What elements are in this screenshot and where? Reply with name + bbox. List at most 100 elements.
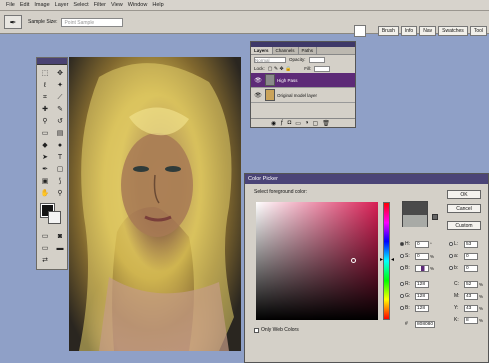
screen-mode-standard-icon[interactable]: ▭ — [38, 243, 52, 254]
fill-field[interactable] — [314, 65, 331, 72]
hue-field[interactable]: 0 — [415, 240, 429, 248]
eyedropper-tool-icon[interactable]: ⟆ — [53, 176, 67, 187]
blur-tool-icon[interactable]: ◆ — [38, 140, 52, 151]
background-color-swatch[interactable] — [48, 211, 61, 224]
cyan-field[interactable]: 52 — [464, 280, 478, 288]
current-color-swatch[interactable] — [403, 215, 427, 227]
move-tool-icon[interactable]: ✥ — [53, 68, 67, 79]
menu-filter[interactable]: Filter — [94, 2, 106, 8]
lab-l-field[interactable]: 53 — [464, 240, 478, 248]
red-radio[interactable] — [400, 282, 404, 286]
notes-tool-icon[interactable]: ▣ — [38, 176, 52, 187]
hue-slider[interactable]: ▸ ◂ — [380, 202, 394, 320]
dodge-tool-icon[interactable]: ● — [53, 140, 67, 151]
web-safe-warning-icon[interactable] — [432, 214, 438, 220]
green-field[interactable]: 128 — [415, 292, 429, 300]
ok-button[interactable]: OK — [447, 190, 481, 199]
eyedropper-tool-preset-button[interactable]: ✒ — [4, 15, 22, 29]
layer-row[interactable]: 👁 High Pass — [251, 73, 355, 88]
marquee-tool-icon[interactable]: ⬚ — [38, 68, 52, 79]
mask-icon[interactable]: ◘ — [288, 120, 292, 126]
menu-layer[interactable]: Layer — [55, 2, 69, 8]
menu-image[interactable]: Image — [34, 2, 49, 8]
blue-radio[interactable] — [400, 306, 404, 310]
screen-mode-full-icon[interactable]: ▬ — [53, 243, 67, 254]
document-icon[interactable] — [353, 25, 366, 37]
lab-l-radio[interactable] — [449, 242, 453, 246]
saturation-field[interactable]: 0 — [415, 252, 429, 260]
type-tool-icon[interactable]: T — [53, 152, 67, 163]
folder-icon[interactable]: ▭ — [295, 120, 301, 127]
trash-icon[interactable]: 🗑 — [322, 120, 330, 127]
link-icon[interactable]: ◉ — [271, 120, 276, 127]
new-layer-icon[interactable]: ▢ — [313, 120, 319, 127]
lab-b-radio[interactable] — [449, 266, 453, 270]
gradient-tool-icon[interactable]: ▤ — [53, 128, 67, 139]
only-web-colors-checkbox[interactable] — [254, 327, 259, 333]
well-tab-info[interactable]: Info — [400, 26, 418, 36]
healing-brush-tool-icon[interactable]: ✚ — [38, 104, 52, 115]
well-tab-nav[interactable]: Nav — [419, 26, 437, 36]
standard-mode-icon[interactable]: ▭ — [38, 231, 52, 242]
yellow-field[interactable]: 43 — [464, 304, 478, 312]
history-brush-tool-icon[interactable]: ↺ — [53, 116, 67, 127]
eraser-tool-icon[interactable]: ▭ — [38, 128, 52, 139]
custom-button[interactable]: Custom — [447, 221, 481, 230]
hex-field[interactable]: 808080 — [415, 320, 435, 328]
shape-tool-icon[interactable]: ▢ — [53, 164, 67, 175]
magenta-field[interactable]: 43 — [464, 292, 478, 300]
menu-view[interactable]: View — [111, 2, 123, 8]
lasso-tool-icon[interactable]: ℓ — [38, 80, 52, 91]
brightness-field[interactable] — [415, 264, 429, 272]
brightness-radio[interactable] — [400, 266, 404, 270]
well-tab-swatches[interactable]: Swatches — [438, 26, 468, 36]
blue-field[interactable]: 128 — [415, 304, 429, 312]
well-tab-brush[interactable]: Brush — [377, 26, 399, 36]
red-field[interactable]: 128 — [415, 280, 429, 288]
tab-paths[interactable]: Paths — [299, 47, 318, 54]
jump-to-imageready-icon[interactable]: ⇄ — [38, 255, 52, 266]
hue-slider-left-arrow-icon[interactable]: ▸ — [380, 256, 383, 263]
slice-tool-icon[interactable]: ⟋ — [53, 92, 67, 103]
opacity-field[interactable] — [308, 56, 325, 63]
brush-tool-icon[interactable]: ✎ — [53, 104, 67, 115]
green-radio[interactable] — [400, 294, 404, 298]
eye-icon[interactable]: 👁 — [253, 77, 263, 84]
layer-style-icon[interactable]: ƒ — [280, 120, 283, 126]
clone-stamp-tool-icon[interactable]: ⚲ — [38, 116, 52, 127]
hand-tool-icon[interactable]: ✋ — [38, 188, 52, 199]
menu-help[interactable]: Help — [152, 2, 163, 8]
menu-window[interactable]: Window — [128, 2, 148, 8]
magic-wand-tool-icon[interactable]: ✦ — [53, 80, 67, 91]
adjustment-icon[interactable]: ◑ — [305, 120, 309, 126]
color-field-cursor[interactable] — [351, 258, 356, 263]
tools-palette-titlebar[interactable] — [37, 58, 67, 65]
black-field[interactable]: 8 — [464, 316, 478, 324]
blend-mode-select[interactable]: Normal — [254, 56, 286, 63]
saturation-radio[interactable] — [400, 254, 404, 258]
path-selection-tool-icon[interactable]: ➤ — [38, 152, 52, 163]
quick-mask-mode-icon[interactable]: ◙ — [53, 231, 67, 242]
eye-icon[interactable]: 👁 — [253, 92, 263, 99]
zoom-tool-icon[interactable]: ⚲ — [53, 188, 67, 199]
pen-tool-icon[interactable]: ✒ — [38, 164, 52, 175]
sample-size-select[interactable]: Point Sample — [61, 17, 124, 27]
hue-slider-right-arrow-icon[interactable]: ◂ — [391, 256, 394, 263]
lab-b-field[interactable]: 0 — [464, 264, 478, 272]
image-canvas[interactable] — [69, 57, 241, 351]
well-tab-tool[interactable]: Tool — [469, 26, 487, 36]
tab-channels[interactable]: Channels — [273, 47, 299, 54]
lab-a-radio[interactable] — [449, 254, 453, 258]
cancel-button[interactable]: Cancel — [447, 204, 481, 213]
tab-layers[interactable]: Layers — [251, 47, 273, 54]
lock-icons[interactable]: ▢ ✎ ✥ 🔒 — [268, 66, 292, 72]
menu-file[interactable]: File — [6, 2, 15, 8]
layer-row[interactable]: 👁 Original model layer — [251, 88, 355, 103]
crop-tool-icon[interactable]: ⌗ — [38, 92, 52, 103]
hue-radio[interactable] — [400, 242, 404, 246]
color-field[interactable] — [256, 202, 378, 320]
magenta-label: M: — [454, 293, 460, 299]
menu-edit[interactable]: Edit — [20, 2, 29, 8]
menu-select[interactable]: Select — [73, 2, 88, 8]
lab-a-field[interactable]: 0 — [464, 252, 478, 260]
